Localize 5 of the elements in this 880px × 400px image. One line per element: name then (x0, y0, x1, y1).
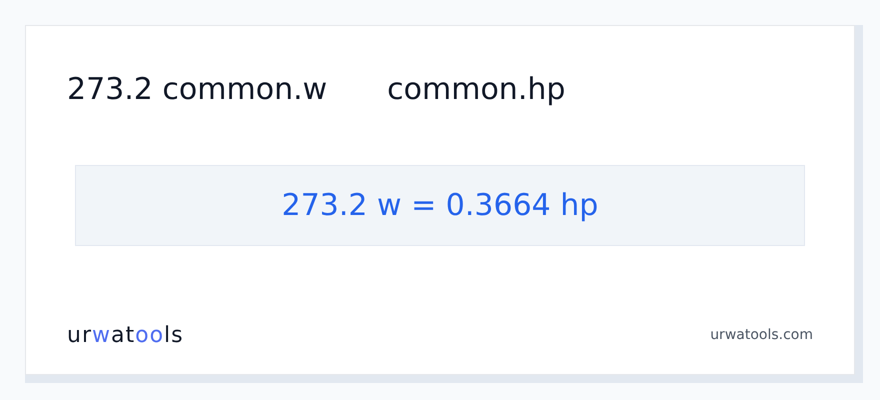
target-unit: common.hp (387, 71, 566, 109)
logo: urwatools (67, 322, 184, 350)
site-link[interactable]: urwatools.com (710, 325, 813, 346)
result-box: 273.2 w = 0.3664 hp (75, 165, 805, 246)
source-unit: 273.2 common.w (67, 71, 328, 109)
